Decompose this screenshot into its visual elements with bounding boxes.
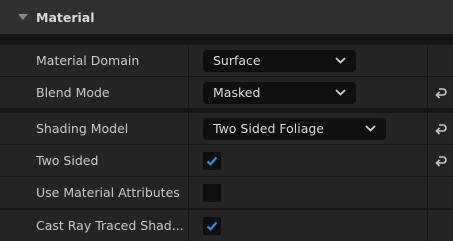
reset-to-default-button[interactable] <box>428 77 453 108</box>
reset-cell <box>428 177 453 208</box>
dropdown-value: Surface <box>213 53 261 68</box>
reset-to-default-icon <box>434 155 447 167</box>
property-row-blend-mode: Blend Mode Masked <box>0 77 453 108</box>
property-value-cell <box>189 177 427 208</box>
property-label: Blend Mode <box>0 77 188 108</box>
reset-to-default-button[interactable] <box>428 113 453 144</box>
property-row-two-sided: Two Sided <box>0 145 453 176</box>
checkmark-icon <box>206 156 218 166</box>
reset-cell <box>428 45 453 76</box>
property-value-cell <box>189 210 427 241</box>
reset-to-default-button[interactable] <box>428 145 453 176</box>
dropdown-value: Two Sided Foliage <box>213 121 324 136</box>
property-row-use-material-attributes: Use Material Attributes <box>0 177 453 208</box>
chevron-down-icon <box>334 88 346 98</box>
property-label: Shading Model <box>0 113 188 144</box>
checkmark-icon <box>206 221 218 231</box>
property-row-shading-model: Shading Model Two Sided Foliage <box>0 113 453 144</box>
property-label: Material Domain <box>0 45 188 76</box>
reset-cell <box>428 210 453 241</box>
property-row-material-domain: Material Domain Surface <box>0 45 453 76</box>
property-label: Cast Ray Traced Shad... <box>0 210 188 241</box>
use-material-attributes-checkbox[interactable] <box>203 183 221 202</box>
property-value-cell: Masked <box>189 77 427 108</box>
property-value-cell: Surface <box>189 45 427 76</box>
cast-ray-traced-shadows-checkbox[interactable] <box>203 216 221 235</box>
two-sided-checkbox[interactable] <box>203 151 221 170</box>
material-domain-dropdown[interactable]: Surface <box>203 49 356 72</box>
category-title: Material <box>36 9 95 25</box>
property-value-cell: Two Sided Foliage <box>189 113 427 144</box>
shading-model-dropdown[interactable]: Two Sided Foliage <box>203 117 386 140</box>
chevron-down-icon <box>334 56 346 66</box>
reset-to-default-icon <box>434 87 447 99</box>
chevron-down-icon <box>364 124 376 134</box>
property-row-cast-ray-traced-shadows: Cast Ray Traced Shad... <box>0 210 453 241</box>
reset-to-default-icon <box>434 123 447 135</box>
details-panel: Material Material Domain Surface Blend M… <box>0 0 453 241</box>
dropdown-value: Masked <box>213 85 261 100</box>
blend-mode-dropdown[interactable]: Masked <box>203 81 356 104</box>
collapse-triangle-icon[interactable] <box>16 10 30 24</box>
material-category-header[interactable]: Material <box>0 0 453 35</box>
property-label: Two Sided <box>0 145 188 176</box>
property-label: Use Material Attributes <box>0 177 188 208</box>
property-value-cell <box>189 145 427 176</box>
